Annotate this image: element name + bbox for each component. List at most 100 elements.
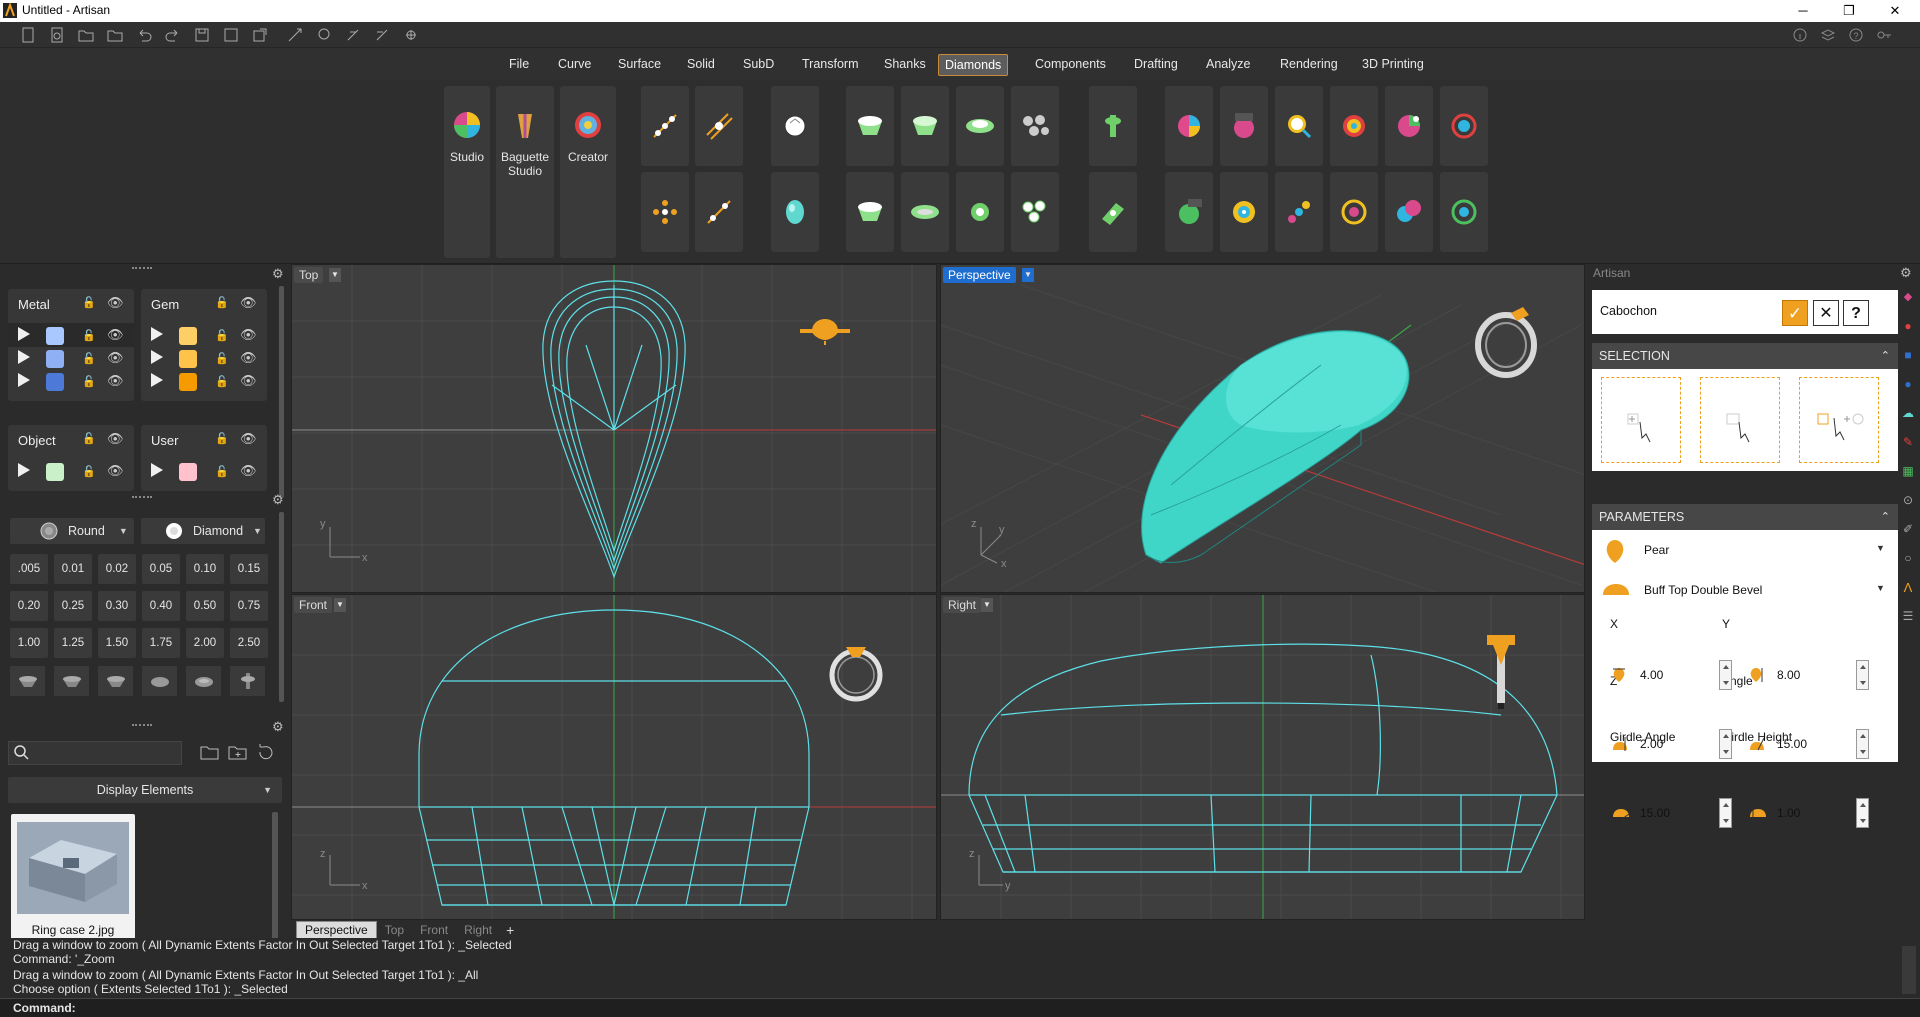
gem-replace-tool[interactable] <box>1385 86 1433 166</box>
minimize-button[interactable]: ─ <box>1780 0 1826 22</box>
add-library-folder-icon[interactable] <box>228 743 248 761</box>
carat-size-button[interactable]: 1.25 <box>54 628 92 658</box>
flower-setting-tool[interactable] <box>956 172 1004 252</box>
properties-tab-icon[interactable]: ■ <box>1897 348 1919 377</box>
metal-lock-icon[interactable]: 🔓 <box>82 296 96 309</box>
x-value[interactable]: 4.00 <box>1640 668 1663 682</box>
cabochon-tool[interactable] <box>771 172 819 252</box>
gem-analyze-tool[interactable] <box>1165 86 1213 166</box>
undo-icon[interactable] <box>132 23 156 47</box>
menu-file[interactable]: File <box>503 54 535 74</box>
viewport-label-front[interactable]: Front <box>294 597 333 613</box>
carat-size-button[interactable]: .005 <box>10 554 48 584</box>
redo-icon[interactable] <box>161 23 185 47</box>
x-spinner[interactable] <box>1719 660 1732 690</box>
lock-icon[interactable]: 🔓 <box>82 329 96 342</box>
search-input[interactable] <box>31 746 171 760</box>
girdle-height-spinner[interactable] <box>1856 798 1869 828</box>
gem-ring-tool[interactable] <box>1220 172 1268 252</box>
import-folder-icon[interactable] <box>103 23 127 47</box>
metal-play-icon[interactable] <box>18 373 30 392</box>
z-value[interactable]: 2.00 <box>1640 737 1663 751</box>
girdle-angle-value[interactable]: 15.00 <box>1640 806 1670 820</box>
tab-front[interactable]: Front <box>412 922 456 938</box>
tools-tab-icon[interactable]: ✐ <box>1897 522 1919 551</box>
gem-orient-tool[interactable] <box>1440 172 1488 252</box>
carat-size-button[interactable]: 1.75 <box>142 628 180 658</box>
eye-icon[interactable]: 👁 <box>240 350 257 366</box>
render-tab-icon[interactable]: ☁ <box>1897 406 1919 435</box>
cut-thumb[interactable] <box>230 666 265 696</box>
menu-curve[interactable]: Curve <box>552 54 597 74</box>
metal-color-swatch[interactable] <box>46 327 64 345</box>
license-key-icon[interactable] <box>1872 23 1896 47</box>
viewport-menu-chevron-icon[interactable]: ▼ <box>329 268 341 282</box>
gem-circle-tool[interactable] <box>1330 172 1378 252</box>
cut-thumb[interactable] <box>98 666 133 696</box>
gem-play-icon[interactable] <box>151 373 163 392</box>
save-as-icon[interactable] <box>219 23 243 47</box>
angle-value[interactable]: 15.00 <box>1777 737 1807 751</box>
close-button[interactable]: ✕ <box>1872 0 1918 22</box>
eye-icon[interactable]: 👁 <box>240 463 257 479</box>
menu-rendering[interactable]: Rendering <box>1274 54 1344 74</box>
eye-icon[interactable]: 👁 <box>107 327 124 343</box>
layers-scrollbar[interactable] <box>279 286 284 498</box>
angle-field[interactable]: 15.00 <box>1745 729 1855 759</box>
lock-icon[interactable]: 🔓 <box>215 329 229 342</box>
lasso-tool-icon[interactable] <box>312 23 336 47</box>
command-line[interactable]: Command: <box>0 998 1920 1017</box>
carat-size-button[interactable]: 0.25 <box>54 591 92 621</box>
carat-size-button[interactable]: 0.02 <box>98 554 136 584</box>
select-single-button[interactable] <box>1601 377 1681 463</box>
angle-spinner[interactable] <box>1856 729 1869 759</box>
z-spinner[interactable] <box>1719 729 1732 759</box>
viewport-label-perspective[interactable]: Perspective <box>943 267 1016 283</box>
export-icon[interactable] <box>248 23 272 47</box>
lock-icon[interactable]: 🔓 <box>215 375 229 388</box>
menu-3d-printing[interactable]: 3D Printing <box>1356 54 1430 74</box>
select-multiple-button[interactable] <box>1799 377 1879 463</box>
restore-button[interactable]: ❐ <box>1826 0 1872 22</box>
parameters-section-header[interactable]: PARAMETERS ⌃ <box>1592 504 1898 530</box>
library-scrollbar[interactable] <box>272 812 278 948</box>
gems-scrollbar[interactable] <box>279 512 284 702</box>
z-field[interactable]: 2.00 <box>1608 729 1718 759</box>
menu-diamonds[interactable]: Diamonds <box>938 54 1009 76</box>
eye-icon[interactable]: 👁 <box>107 373 124 389</box>
studio-button[interactable]: Studio <box>444 86 490 258</box>
gem-rotate-tool[interactable] <box>1440 86 1488 166</box>
cut-thumb[interactable] <box>54 666 89 696</box>
gem-search-tool[interactable] <box>1275 86 1323 166</box>
open-library-folder-icon[interactable] <box>200 743 220 761</box>
gem-color-swatch[interactable] <box>179 350 197 368</box>
pick-add-tool-icon[interactable] <box>370 23 394 47</box>
right-viewport[interactable]: z y Right ▼ <box>940 594 1585 920</box>
object-color-swatch[interactable] <box>46 463 64 481</box>
menu-solid[interactable]: Solid <box>681 54 721 74</box>
lock-icon[interactable]: 🔓 <box>215 465 229 478</box>
lock-icon[interactable]: 🔓 <box>215 352 229 365</box>
help-icon[interactable]: ? <box>1844 23 1868 47</box>
gem-cluster-tool[interactable] <box>641 172 689 252</box>
y-value[interactable]: 8.00 <box>1777 668 1800 682</box>
select-window-button[interactable] <box>1700 377 1780 463</box>
viewport-menu-chevron-icon[interactable]: ▼ <box>1022 268 1034 282</box>
command-input[interactable] <box>82 1000 1882 1016</box>
cut-thumb[interactable] <box>10 666 45 696</box>
library-search-box[interactable] <box>8 741 182 765</box>
girdle-angle-field[interactable]: 15.00 <box>1608 798 1718 828</box>
menu-analyze[interactable]: Analyze <box>1200 54 1256 74</box>
panel-grip[interactable] <box>132 267 152 270</box>
carat-size-button[interactable]: 2.50 <box>230 628 268 658</box>
carat-size-button[interactable]: 0.50 <box>186 591 224 621</box>
gem-duplicate-tool[interactable] <box>1385 172 1433 252</box>
layers-settings-icon[interactable]: ⚙ <box>272 266 284 282</box>
gems-on-curve-tool[interactable] <box>641 86 689 166</box>
select-tool-icon[interactable] <box>283 23 307 47</box>
tab-perspective[interactable]: Perspective <box>296 920 377 939</box>
library-settings-icon[interactable]: ⚙ <box>272 719 284 735</box>
bezel-setting-tool[interactable] <box>846 86 894 166</box>
x-field[interactable]: 4.00 <box>1608 660 1718 690</box>
collapse-chevron-icon[interactable]: ⌃ <box>1881 504 1890 530</box>
